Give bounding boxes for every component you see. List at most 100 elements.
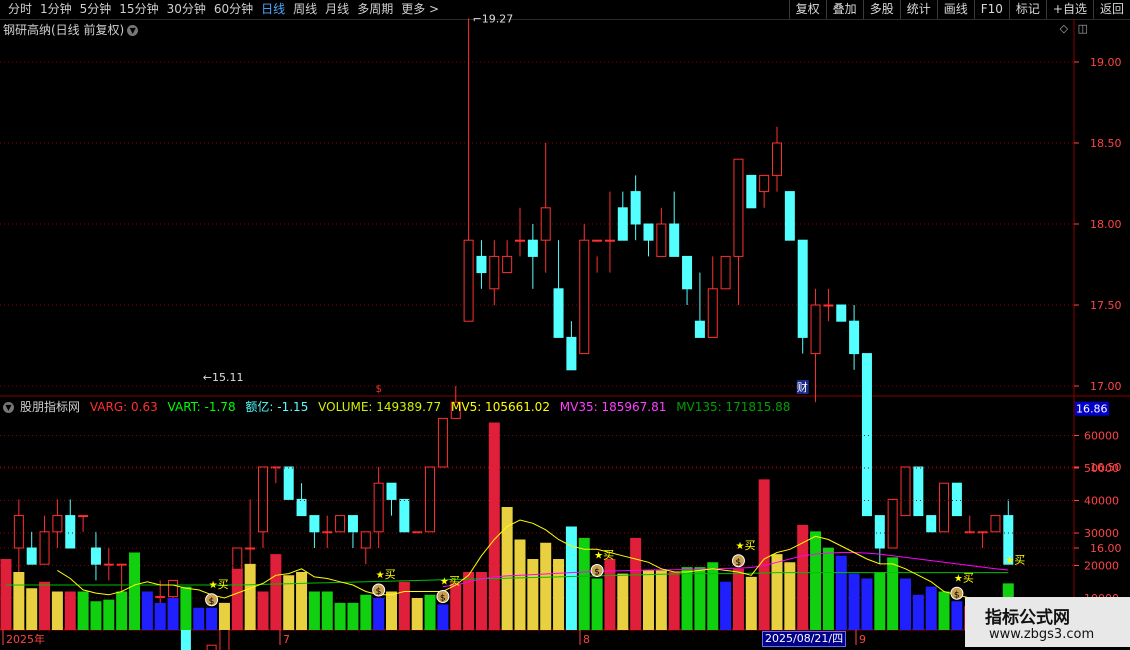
candle-body [527, 239, 538, 257]
period-tabs: 分时 1分钟 5分钟 15分钟 30分钟 60分钟 日线 周线 月线 多周期 更多 > [4, 0, 443, 19]
money-bag-icon [731, 554, 745, 568]
candle-body [219, 628, 230, 650]
candle-body [900, 466, 911, 517]
chevron-down-icon[interactable]: ▼ [127, 25, 139, 36]
volume-bar [643, 570, 654, 630]
volume-bar [488, 422, 500, 630]
price-tick-label: 19.00 [1090, 56, 1122, 69]
main-chart[interactable]: 19.0018.5018.0017.5017.0016.5016.0015.50… [0, 0, 1130, 650]
candle-body [13, 515, 24, 549]
mv5-value: MV5: 105661.02 [451, 400, 550, 414]
money-bag-icon [436, 590, 450, 603]
buy-star-icon: ★ [376, 570, 385, 581]
candle-body [733, 158, 744, 257]
volume-bar [411, 598, 423, 630]
volume-bar [321, 591, 333, 630]
volume-bar [0, 559, 12, 630]
price-tick-label: 17.00 [1090, 380, 1122, 393]
volume-bar [668, 572, 680, 630]
toolbar-buttons: 复权 叠加 多股 统计 画线 F10 标记 +自选 返回 [788, 0, 1130, 19]
panel-toggle-icon[interactable]: ◫ [1078, 22, 1088, 35]
candle-body [360, 531, 371, 549]
volume-bar [283, 575, 295, 630]
toolbar-button-8[interactable]: 返回 [1092, 0, 1130, 19]
period-tab-10[interactable]: 更多 > [397, 0, 443, 19]
volume-bar [912, 594, 924, 630]
toolbar-button-7[interactable]: +自选 [1045, 0, 1093, 19]
period-tab-6[interactable]: 日线 [257, 0, 289, 19]
volume-bar [861, 578, 873, 630]
toolbar-button-6[interactable]: 标记 [1008, 0, 1046, 19]
mv135-line [6, 572, 1009, 586]
buy-label: 买 [744, 539, 755, 552]
volume-value: VOLUME: 149389.77 [318, 400, 442, 414]
buy-star-icon: ★ [1005, 555, 1014, 566]
period-tab-8[interactable]: 月线 [321, 0, 353, 19]
candle-body [669, 223, 680, 257]
volume-bar [900, 578, 911, 630]
candle-body [412, 531, 423, 534]
toolbar-button-3[interactable]: 统计 [899, 0, 937, 19]
volume-bar [822, 547, 834, 630]
period-tab-0[interactable]: 分时 [4, 0, 36, 19]
chevron-down-icon[interactable]: ▼ [3, 402, 14, 413]
period-tab-9[interactable]: 多周期 [353, 0, 397, 19]
volume-bar [874, 572, 886, 630]
volume-bar [784, 562, 796, 630]
period-tab-3[interactable]: 15分钟 [115, 0, 162, 19]
time-label: 8 [583, 633, 590, 646]
period-tab-5[interactable]: 60分钟 [210, 0, 257, 19]
chart-title: 钢研高纳(日线 前复权) ▼ [3, 21, 139, 38]
period-tab-4[interactable]: 30分钟 [163, 0, 210, 19]
money-bag-symbol: $ [440, 594, 446, 604]
volume-bar [141, 591, 153, 630]
volume-bar [218, 602, 230, 630]
candle-body [797, 239, 808, 338]
candle-body [849, 320, 860, 355]
money-bag-symbol: $ [209, 597, 215, 607]
candle-body [1003, 515, 1014, 565]
candle-body [861, 353, 872, 517]
candle-body [39, 531, 50, 565]
volume-bar [578, 537, 590, 630]
money-bag-symbol: $ [735, 558, 741, 568]
candle-body [784, 191, 795, 241]
volume-bar [951, 601, 963, 630]
period-tab-2[interactable]: 5分钟 [76, 0, 116, 19]
volume-bar [270, 554, 282, 630]
volume-bar [565, 526, 577, 630]
toolbar-button-0[interactable]: 复权 [788, 0, 826, 19]
mv35-line [442, 552, 1009, 588]
volume-bar [553, 559, 565, 630]
toolbar-button-5[interactable]: F10 [973, 0, 1009, 19]
volume-bar [732, 568, 744, 630]
toolbar-button-2[interactable]: 多股 [862, 0, 900, 19]
volume-bar [938, 591, 950, 630]
candle-body [964, 531, 975, 534]
toolbar-button-4[interactable]: 画线 [936, 0, 974, 19]
money-bag-symbol: $ [954, 590, 960, 600]
price-tick-label: 17.50 [1090, 299, 1122, 312]
volume-bar [51, 591, 63, 630]
price-tick-label: 18.00 [1090, 218, 1122, 231]
period-tab-1[interactable]: 1分钟 [36, 0, 76, 19]
buy-star-icon: ★ [440, 577, 449, 588]
volume-bar [347, 602, 359, 630]
stock-title: 钢研高纳(日线 前复权) [3, 23, 125, 37]
candle-body [553, 288, 564, 338]
event-marker-finance: 财 [797, 380, 808, 394]
money-bag-icon [205, 593, 219, 607]
volume-bar [296, 572, 308, 630]
toolbar-button-1[interactable]: 叠加 [825, 0, 863, 19]
volume-bar [527, 559, 539, 630]
volume-bar [64, 591, 76, 630]
diamond-icon[interactable]: ◇ [1060, 22, 1068, 35]
volume-bar [681, 567, 693, 630]
volume-bar [26, 588, 38, 630]
period-tab-7[interactable]: 周线 [289, 0, 321, 19]
candle-body [322, 531, 333, 534]
indicator-title: ▼ 股朋指标网 VARG: 0.63 VART: -1.78 额亿: -1.15 … [3, 398, 796, 415]
candle-body [682, 255, 693, 290]
vart-value: VART: -1.78 [167, 400, 236, 414]
candle-body [258, 466, 268, 533]
